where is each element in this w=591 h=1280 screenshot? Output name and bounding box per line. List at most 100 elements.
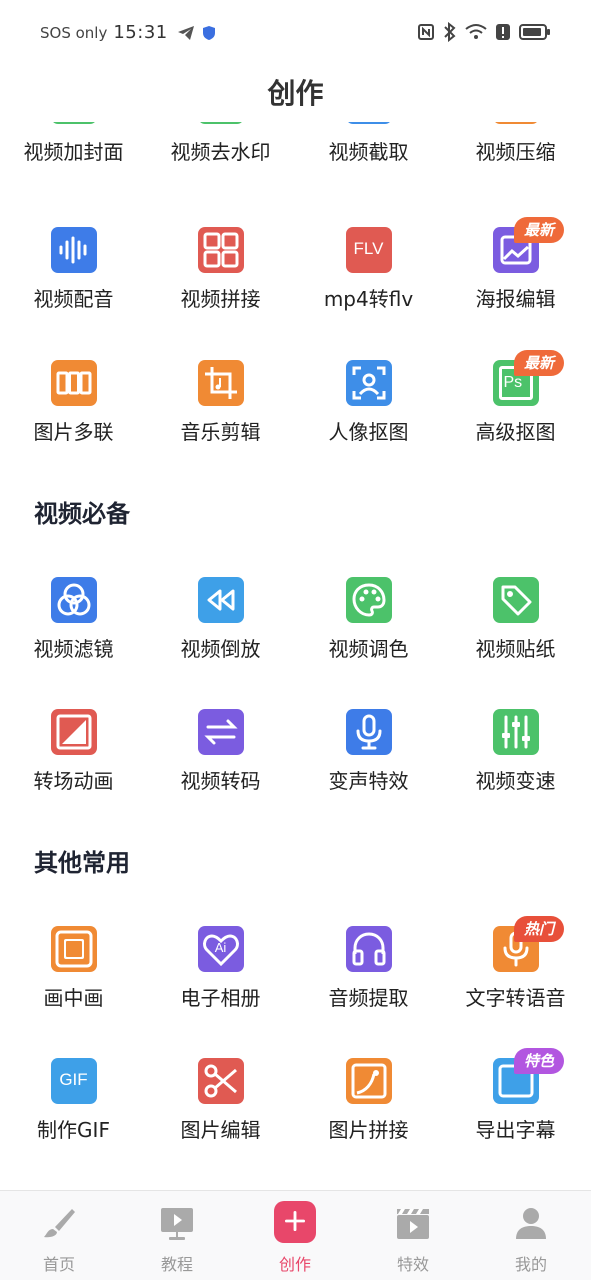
tool-make-gif[interactable]: GIF 制作GIF (0, 1058, 147, 1168)
tool-video-compress[interactable]: 视频压缩 (442, 122, 589, 216)
tool-add-cover[interactable]: 视频加封面 (0, 122, 147, 216)
section-title: 视频必备 (34, 500, 130, 528)
presentation-icon (157, 1203, 197, 1243)
scissors-icon (197, 1058, 244, 1104)
tab-label: 特效 (396, 1255, 429, 1274)
image-splice-icon (345, 1058, 392, 1104)
tool-label: 电子相册 (180, 986, 261, 1010)
tool-row: GIF 制作GIF 图片编辑 图片拼接 特色 导出字幕 (0, 1048, 591, 1168)
headphones-icon (345, 926, 392, 972)
plus-icon (274, 1201, 316, 1243)
tool-video-splice[interactable]: 视频拼接 (147, 227, 294, 337)
filter-icon (50, 577, 97, 623)
new-badge: 最新 (514, 217, 565, 243)
transition-icon (50, 709, 97, 755)
shield-icon (202, 25, 215, 40)
tool-label: 画中画 (43, 986, 104, 1010)
tool-image-multi[interactable]: 图片多联 (0, 360, 147, 470)
tool-label: 视频配音 (33, 287, 114, 311)
tool-label: 视频滤镜 (33, 637, 114, 661)
special-badge: 特色 (514, 1048, 565, 1074)
tab-label: 创作 (278, 1255, 311, 1274)
ai-heart-icon: Ai (197, 926, 244, 972)
swap-arrows-icon (197, 709, 244, 755)
tool-picture-in-picture[interactable]: 画中画 (0, 926, 147, 1036)
tool-label: 音频提取 (328, 986, 409, 1010)
tool-row: 转场动画 视频转码 变声特效 视频变速 (0, 709, 591, 819)
tool-label: 图片拼接 (328, 1118, 409, 1142)
tool-label: 人像抠图 (328, 420, 409, 444)
new-badge: 最新 (514, 350, 565, 376)
tool-label: 图片多联 (33, 420, 114, 444)
tool-label: 视频贴纸 (475, 637, 556, 661)
tool-remove-watermark[interactable]: 视频去水印 (147, 122, 294, 216)
tool-video-reverse[interactable]: 视频倒放 (147, 577, 294, 687)
tab-label: 首页 (42, 1255, 75, 1274)
audio-wave-icon (50, 227, 97, 273)
hot-badge: 热门 (514, 916, 565, 942)
tool-music-edit[interactable]: 音乐剪辑 (147, 360, 294, 470)
tool-advanced-cutout[interactable]: Ps 最新 高级抠图 (442, 350, 589, 470)
gif-icon: GIF (50, 1058, 97, 1104)
nfc-icon (418, 24, 434, 40)
tab-create[interactable]: 创作 (236, 1191, 354, 1280)
tab-label: 教程 (160, 1255, 193, 1274)
microphone-icon (345, 709, 392, 755)
watermark-icon (197, 122, 244, 124)
tool-dubbing[interactable]: 视频配音 (0, 227, 147, 337)
portrait-icon (345, 360, 392, 406)
tool-image-edit[interactable]: 图片编辑 (147, 1058, 294, 1168)
page-title: 创作 (267, 77, 324, 110)
tool-video-speed[interactable]: 视频变速 (442, 709, 589, 819)
clock: 15:31 (113, 22, 168, 43)
compress-icon (492, 122, 539, 124)
tab-home[interactable]: 首页 (0, 1191, 118, 1280)
tool-video-transcode[interactable]: 视频转码 (147, 709, 294, 819)
tool-label: 视频拼接 (180, 287, 261, 311)
tool-image-splice[interactable]: 图片拼接 (295, 1058, 442, 1168)
tool-label: 视频变速 (475, 769, 556, 793)
status-bar: SOS only 15:31 (0, 0, 591, 66)
flv-icon: FLV (345, 227, 392, 273)
tool-audio-extract[interactable]: 音频提取 (295, 926, 442, 1036)
tool-list[interactable]: 视频加封面 视频去水印 视频截取 视频压缩 视频配音 视频拼接 FLV mp4转… (0, 122, 591, 1190)
tool-label: 视频截取 (328, 140, 409, 164)
tool-export-subtitles[interactable]: 特色 导出字幕 (442, 1048, 589, 1168)
tool-voice-changer[interactable]: 变声特效 (295, 709, 442, 819)
tool-text-to-speech[interactable]: 热门 文字转语音 (442, 916, 589, 1036)
tool-video-sticker[interactable]: 视频贴纸 (442, 577, 589, 687)
tool-video-trim[interactable]: 视频截取 (295, 122, 442, 216)
tool-video-color[interactable]: 视频调色 (295, 577, 442, 687)
tool-row: 图片多联 音乐剪辑 人像抠图 Ps 最新 高级抠图 (0, 350, 591, 470)
tab-effects[interactable]: 特效 (354, 1191, 472, 1280)
tool-e-album[interactable]: Ai 电子相册 (147, 926, 294, 1036)
tool-label: 视频加封面 (23, 140, 124, 164)
section-title: 其他常用 (34, 849, 130, 877)
tool-label: 视频压缩 (475, 140, 556, 164)
tab-label: 我的 (514, 1255, 547, 1274)
tool-row: 视频滤镜 视频倒放 视频调色 视频贴纸 (0, 577, 591, 687)
tool-label: 文字转语音 (465, 986, 566, 1010)
crop-music-icon (197, 360, 244, 406)
tab-profile[interactable]: 我的 (472, 1191, 590, 1280)
grid-icon (197, 227, 244, 273)
tool-label: 视频倒放 (180, 637, 261, 661)
tool-portrait-cutout[interactable]: 人像抠图 (295, 360, 442, 470)
tool-video-filter[interactable]: 视频滤镜 (0, 577, 147, 687)
tool-row: 画中画 Ai 电子相册 音频提取 热门 文字转语音 (0, 916, 591, 1036)
tool-label: 视频去水印 (170, 140, 271, 164)
bluetooth-icon (444, 22, 456, 42)
carrier-text: SOS only (40, 23, 108, 42)
alert-icon (496, 24, 510, 40)
palette-icon (345, 577, 392, 623)
bottom-tab-bar: 首页 教程 创作 特效 我的 (0, 1190, 591, 1280)
tab-tutorials[interactable]: 教程 (118, 1191, 236, 1280)
tool-label: mp4转flv (323, 287, 414, 311)
tool-label: 变声特效 (328, 769, 409, 793)
tool-transition[interactable]: 转场动画 (0, 709, 147, 819)
tool-poster-edit[interactable]: 最新 海报编辑 (442, 217, 589, 337)
tool-mp4-to-flv[interactable]: FLV mp4转flv (295, 227, 442, 337)
tool-label: 海报编辑 (475, 287, 556, 311)
wifi-icon (465, 24, 487, 39)
cover-icon (50, 122, 97, 124)
